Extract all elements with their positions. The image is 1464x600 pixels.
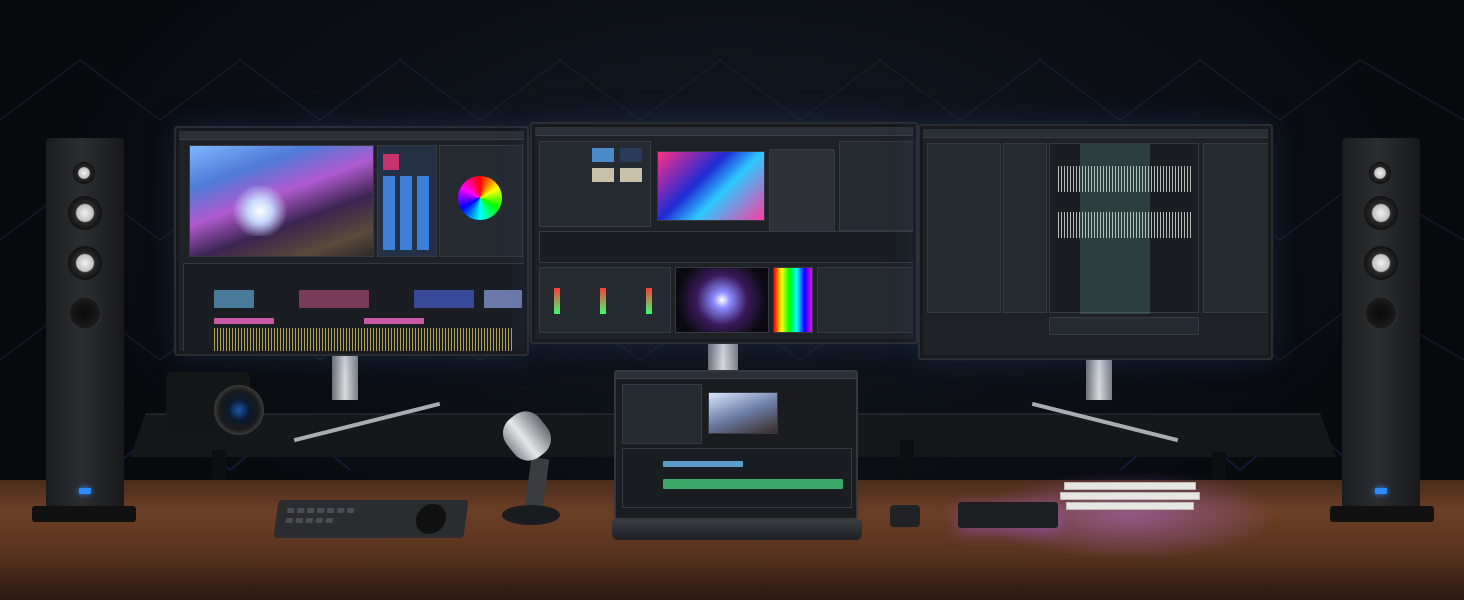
effects-grid[interactable] [383,176,433,250]
laptop-base [612,520,862,540]
right-speaker [1342,138,1420,510]
video-preview [657,151,765,221]
key[interactable] [305,518,314,523]
rgb-slider[interactable] [646,288,652,314]
timeline-clip[interactable] [663,479,843,489]
video-preview [189,145,374,257]
rgb-slider[interactable] [600,288,606,314]
midrange-driver [68,196,102,230]
selection-region[interactable] [1080,144,1150,314]
track-headers [1003,143,1047,313]
color-picker [773,267,813,333]
key[interactable] [336,508,345,513]
woofer [68,296,102,330]
right-monitor-stand [1086,354,1112,400]
file-browser [927,143,1001,313]
context-menu [769,149,835,239]
media-thumbnail[interactable] [620,148,642,162]
midrange-driver [68,246,102,280]
timeline-clip[interactable] [484,290,522,308]
key[interactable] [306,508,315,513]
left-speaker [46,138,124,510]
menu-bar [923,129,1268,138]
key[interactable] [325,518,334,523]
books [1060,480,1200,512]
tweeter [73,162,95,184]
timeline-clip[interactable] [214,290,254,308]
key[interactable] [316,508,325,513]
key[interactable] [326,508,335,513]
rgb-slider[interactable] [554,288,560,314]
menu-bar [616,372,856,379]
properties-panel [839,141,913,231]
key[interactable] [346,508,355,513]
media-thumbnail[interactable] [620,168,642,182]
timeline-ruler [539,231,913,263]
control-keyboard [273,500,469,538]
media-thumbnail[interactable] [592,148,614,162]
color-wheels-panel [539,267,671,333]
video-preview [708,392,778,434]
key[interactable] [295,518,304,523]
left-monitor-stand [332,350,358,400]
book [1060,492,1200,500]
midrange-driver [1364,246,1398,280]
vectorscope [675,267,769,333]
midrange-driver [1364,196,1398,230]
status-led [79,488,91,494]
timeline [622,448,852,508]
timeline-clip[interactable] [663,461,743,467]
timeline-clip[interactable] [414,290,474,308]
book [1066,502,1194,510]
audio-waveform [214,328,514,351]
video-editor-screen [179,131,524,351]
jog-wheel[interactable] [413,504,449,534]
audio-editor-screen [923,129,1268,355]
microphone-base [502,505,560,525]
timeline-clip[interactable] [364,318,424,324]
key[interactable] [285,518,294,523]
speaker-base [32,506,136,522]
workstation-scene [0,0,1464,600]
key[interactable] [286,508,295,513]
key[interactable] [315,518,324,523]
left-monitor [174,126,529,356]
media-panel [622,384,702,444]
effects-panel [377,145,437,257]
usb-hub [958,502,1058,528]
center-monitor [530,122,918,344]
tweeter [1369,162,1391,184]
transport-bar [1049,317,1199,335]
status-led [1375,488,1387,494]
book [1064,482,1196,490]
key[interactable] [296,508,305,513]
media-thumbnail[interactable] [592,168,614,182]
timeline-clip[interactable] [299,290,369,308]
color-wheel[interactable] [458,176,502,220]
woofer [1364,296,1398,330]
media-bin [539,141,651,227]
menu-bar [535,127,913,136]
properties-panel [1203,143,1268,313]
timeline-clip[interactable] [214,318,274,324]
text-tool-icon[interactable] [383,154,399,170]
monitor-stand-clamp [890,505,920,527]
camera-lens [214,385,264,435]
center-monitor-stand [708,340,738,372]
audio-tracks [1049,143,1199,314]
color-grading-screen [535,127,913,339]
speaker-base [1330,506,1434,522]
timeline [183,263,524,351]
menu-bar [179,131,524,140]
color-panel [439,145,523,257]
curves-panel [817,267,913,333]
right-monitor [918,124,1273,360]
laptop-screen [614,370,858,520]
